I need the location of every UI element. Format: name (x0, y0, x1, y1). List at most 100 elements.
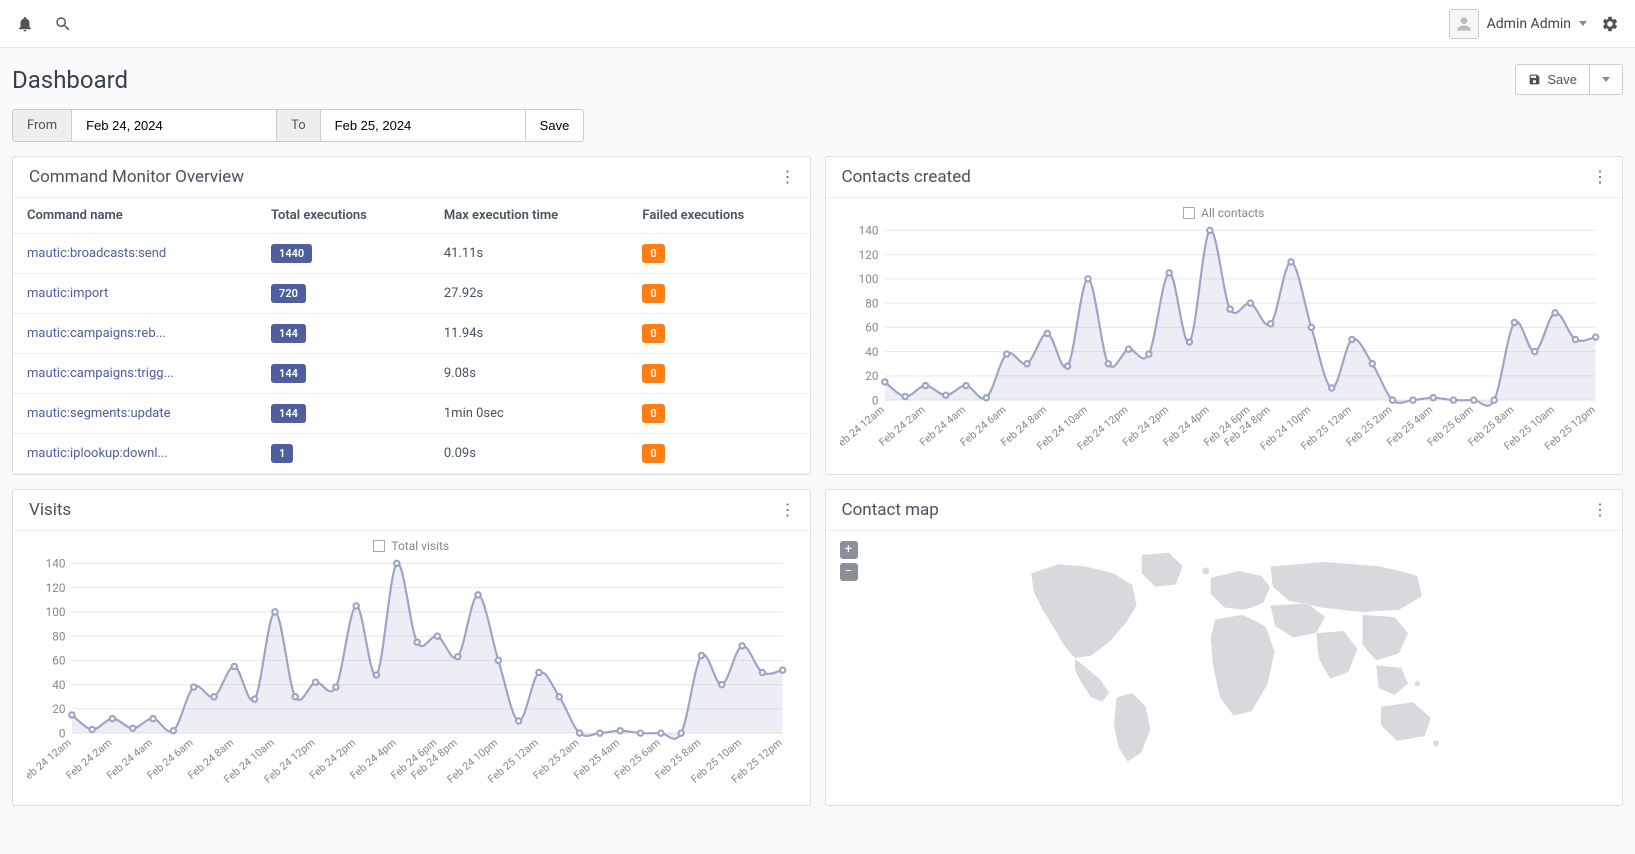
chart-visits: 020406080100120140Feb 24 12amFeb 24 2amF… (27, 557, 796, 797)
badge-executions: 720 (271, 284, 306, 303)
svg-text:80: 80 (865, 296, 878, 310)
table-row: mautic:iplookup:downl... 1 0.09s 0 (13, 434, 810, 474)
page-title: Dashboard (12, 66, 128, 94)
cell-command-name[interactable]: mautic:campaigns:trigg... (13, 354, 257, 394)
legend-label: Total visits (391, 539, 449, 553)
to-date-input[interactable] (321, 109, 526, 142)
svg-text:120: 120 (46, 581, 66, 595)
widget-menu-contact-map[interactable]: ⋮ (1592, 502, 1606, 518)
cell-max: 27.92s (430, 274, 629, 314)
search-icon[interactable] (54, 15, 72, 33)
cell-command-name[interactable]: mautic:broadcasts:send (13, 234, 257, 274)
cell-max: 41.11s (430, 234, 629, 274)
date-save-button[interactable]: Save (526, 109, 585, 142)
table-row: mautic:import 720 27.92s 0 (13, 274, 810, 314)
svg-text:Feb 24 12am: Feb 24 12am (840, 403, 887, 453)
badge-executions: 1 (271, 444, 293, 463)
widget-title-contact-map: Contact map (842, 500, 939, 520)
save-dropdown-toggle[interactable] (1590, 64, 1623, 95)
chart-contacts-created: 020406080100120140Feb 24 12amFeb 24 2amF… (840, 224, 1609, 464)
cell-command-name[interactable]: mautic:segments:update (13, 394, 257, 434)
badge-failed: 0 (642, 324, 664, 343)
cell-max: 11.94s (430, 314, 629, 354)
cell-total: 144 (257, 394, 430, 434)
table-row: mautic:broadcasts:send 1440 41.11s 0 (13, 234, 810, 274)
badge-failed: 0 (642, 364, 664, 383)
table-row: mautic:campaigns:trigg... 144 9.08s 0 (13, 354, 810, 394)
cell-command-name[interactable]: mautic:iplookup:downl... (13, 434, 257, 474)
widget-menu-command-monitor[interactable]: ⋮ (780, 169, 794, 185)
caret-down-icon (1579, 21, 1587, 26)
svg-text:20: 20 (52, 702, 65, 716)
badge-failed: 0 (642, 244, 664, 263)
to-label: To (277, 109, 321, 142)
badge-executions: 144 (271, 324, 306, 343)
table-row: mautic:segments:update 144 1min 0sec 0 (13, 394, 810, 434)
cell-command-name[interactable]: mautic:import (13, 274, 257, 314)
save-icon (1528, 73, 1541, 86)
badge-failed: 0 (642, 444, 664, 463)
cell-max: 9.08s (430, 354, 629, 394)
svg-text:40: 40 (865, 345, 878, 359)
legend-label: All contacts (1201, 206, 1264, 220)
col-total: Total executions (257, 198, 430, 234)
bell-icon[interactable] (16, 15, 34, 33)
cell-failed: 0 (628, 394, 809, 434)
badge-executions: 1440 (271, 244, 312, 263)
legend-swatch (373, 540, 385, 552)
cell-command-name[interactable]: mautic:campaigns:reb... (13, 314, 257, 354)
badge-executions: 144 (271, 364, 306, 383)
cell-total: 144 (257, 354, 430, 394)
user-name: Admin Admin (1487, 16, 1571, 32)
from-date-input[interactable] (72, 109, 277, 142)
badge-failed: 0 (642, 404, 664, 423)
cell-max: 1min 0sec (430, 394, 629, 434)
cell-total: 144 (257, 314, 430, 354)
svg-text:60: 60 (865, 321, 878, 335)
widget-menu-contacts-created[interactable]: ⋮ (1592, 169, 1606, 185)
cell-total: 1 (257, 434, 430, 474)
badge-failed: 0 (642, 284, 664, 303)
caret-down-icon (1602, 77, 1610, 82)
widget-title-contacts-created: Contacts created (842, 167, 971, 187)
legend-contacts-created[interactable]: All contacts (840, 206, 1609, 220)
world-map[interactable] (840, 541, 1609, 771)
widget-title-command-monitor: Command Monitor Overview (29, 167, 244, 187)
save-button-label: Save (1547, 72, 1577, 87)
svg-text:140: 140 (46, 557, 66, 571)
col-max: Max execution time (430, 198, 629, 234)
avatar (1449, 9, 1479, 39)
svg-text:Feb 24 12am: Feb 24 12am (27, 736, 74, 786)
svg-text:60: 60 (52, 654, 65, 668)
from-label: From (12, 109, 72, 142)
legend-visits[interactable]: Total visits (27, 539, 796, 553)
cell-total: 1440 (257, 234, 430, 274)
map-zoom-out[interactable]: − (840, 563, 858, 581)
widget-menu-visits[interactable]: ⋮ (780, 502, 794, 518)
cell-failed: 0 (628, 434, 809, 474)
col-failed: Failed executions (628, 198, 809, 234)
map-zoom-in[interactable]: + (840, 541, 858, 559)
command-monitor-table: Command name Total executions Max execut… (13, 198, 810, 474)
cell-max: 0.09s (430, 434, 629, 474)
table-row: mautic:campaigns:reb... 144 11.94s 0 (13, 314, 810, 354)
cell-total: 720 (257, 274, 430, 314)
svg-text:120: 120 (858, 248, 878, 262)
cell-failed: 0 (628, 314, 809, 354)
svg-text:20: 20 (865, 369, 878, 383)
legend-swatch (1183, 207, 1195, 219)
cell-failed: 0 (628, 354, 809, 394)
svg-text:100: 100 (46, 605, 66, 619)
svg-text:40: 40 (52, 678, 65, 692)
badge-executions: 144 (271, 404, 306, 423)
save-button[interactable]: Save (1515, 64, 1590, 95)
svg-text:140: 140 (858, 224, 878, 238)
svg-text:80: 80 (52, 629, 65, 643)
cell-failed: 0 (628, 234, 809, 274)
col-command-name: Command name (13, 198, 257, 234)
user-menu[interactable]: Admin Admin (1449, 9, 1587, 39)
cell-failed: 0 (628, 274, 809, 314)
svg-text:100: 100 (858, 272, 878, 286)
widget-title-visits: Visits (29, 500, 71, 520)
gear-icon[interactable] (1601, 15, 1619, 33)
